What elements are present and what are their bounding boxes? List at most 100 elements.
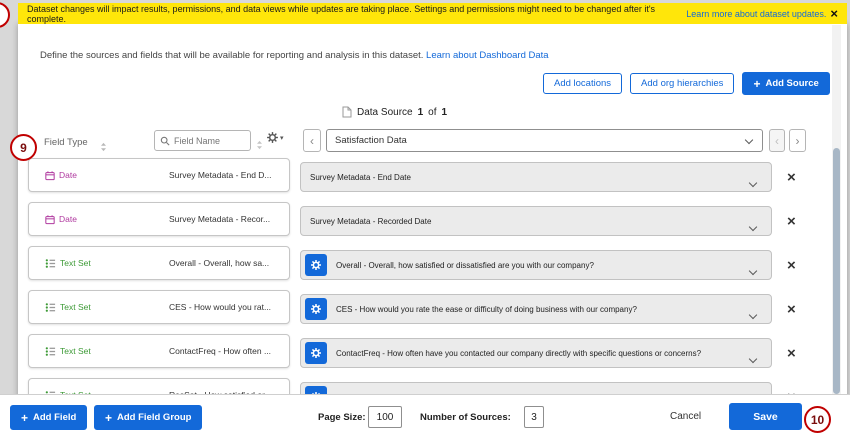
field-search xyxy=(154,130,251,151)
text-set-icon xyxy=(45,302,56,313)
field-list-settings-button[interactable]: ▾ xyxy=(266,131,284,144)
sort-icon-secondary[interactable] xyxy=(256,137,263,155)
field-type: Text Set xyxy=(45,247,91,279)
save-button[interactable]: Save xyxy=(729,403,802,430)
text-set-icon xyxy=(45,258,56,269)
field-list-item[interactable]: Text Set ContactFreq - How often ... xyxy=(28,334,290,368)
field-row-label: Overall - Overall, how satisfied or diss… xyxy=(336,261,624,270)
field-type-label: Date xyxy=(59,170,77,180)
field-name: Survey Metadata - Recor... xyxy=(169,203,270,235)
field-type: Text Set xyxy=(45,335,91,367)
expand-row-button[interactable] xyxy=(748,216,758,235)
add-locations-button[interactable]: Add locations xyxy=(543,73,622,94)
page-size-input[interactable] xyxy=(368,406,402,428)
field-settings-button[interactable] xyxy=(305,298,327,320)
page-size-label: Page Size: xyxy=(318,412,366,423)
counter-prefix: Data Source xyxy=(357,107,413,118)
add-field-group-label: Add Field Group xyxy=(117,412,191,423)
search-icon xyxy=(160,136,170,146)
add-field-button[interactable]: + Add Field xyxy=(10,405,87,430)
calendar-icon xyxy=(45,170,55,181)
remove-field-button[interactable]: × xyxy=(785,214,798,229)
footer-bar: + Add Field + Add Field Group Page Size:… xyxy=(0,394,850,448)
field-settings-button[interactable] xyxy=(305,342,327,364)
nav-prev-page-button[interactable]: ‹ xyxy=(769,129,785,152)
chevron-down-icon xyxy=(749,267,757,275)
field-name: CES - How would you rat... xyxy=(169,291,271,323)
expand-row-button[interactable] xyxy=(748,172,758,191)
field-list-item[interactable]: Text Set Overall - Overall, how sa... xyxy=(28,246,290,280)
field-type: Date xyxy=(45,159,77,191)
gear-icon xyxy=(266,131,279,144)
field-settings-button[interactable] xyxy=(305,254,327,276)
learn-more-link[interactable]: Learn more about dataset updates. xyxy=(686,9,826,19)
field-name: Survey Metadata - End D... xyxy=(169,159,272,191)
remove-field-button[interactable]: × xyxy=(785,170,798,185)
field-row-label: Survey Metadata - End Date xyxy=(310,173,441,182)
remove-field-button[interactable]: × xyxy=(785,346,798,361)
add-field-group-button[interactable]: + Add Field Group xyxy=(94,405,202,430)
field-type-header: Field Type xyxy=(44,137,88,148)
caret-down-icon: ▾ xyxy=(280,134,284,142)
field-row-label: Survey Metadata - Recorded Date xyxy=(310,217,461,226)
intro-text: Define the sources and fields that will … xyxy=(40,50,423,61)
remove-field-button[interactable]: × xyxy=(785,258,798,273)
field-list-item[interactable]: Text Set CES - How would you rat... xyxy=(28,290,290,324)
field-row-card: CES - How would you rate the ease or dif… xyxy=(300,294,772,324)
chevron-right-icon: › xyxy=(796,134,800,148)
expand-row-button[interactable] xyxy=(748,348,758,367)
source-field-rows: Survey Metadata - End Date × Survey Meta… xyxy=(300,162,812,412)
number-of-sources-input[interactable] xyxy=(524,406,544,428)
chevron-down-icon xyxy=(749,223,757,231)
source-field-row: CES - How would you rate the ease or dif… xyxy=(300,294,812,324)
cancel-button[interactable]: Cancel xyxy=(670,411,701,422)
source-select-value: Satisfaction Data xyxy=(335,135,407,146)
scrollbar-thumb[interactable] xyxy=(833,148,840,394)
scrollbar-track xyxy=(832,25,841,394)
source-select[interactable]: Satisfaction Data xyxy=(326,129,763,152)
data-source-counter: Data Source 1 of 1 xyxy=(342,106,447,118)
chevron-down-icon xyxy=(749,355,757,363)
add-source-button[interactable]: + Add Source xyxy=(742,72,829,95)
field-type-label: Text Set xyxy=(60,346,91,356)
add-field-label: Add Field xyxy=(33,412,76,423)
chevron-down-icon xyxy=(749,311,757,319)
chevron-left-icon: ‹ xyxy=(310,134,314,148)
expand-row-button[interactable] xyxy=(748,304,758,323)
add-org-hierarchies-button[interactable]: Add org hierarchies xyxy=(630,73,734,94)
next-source-button[interactable]: › xyxy=(789,129,806,152)
source-field-row: ContactFreq - How often have you contact… xyxy=(300,338,812,368)
field-row-label: CES - How would you rate the ease or dif… xyxy=(336,305,667,314)
sort-icon[interactable] xyxy=(100,139,107,157)
field-list-item[interactable]: Date Survey Metadata - End D... xyxy=(28,158,290,192)
annotation-10: 10 xyxy=(804,406,831,433)
field-type: Date xyxy=(45,203,77,235)
field-row-card: Survey Metadata - Recorded Date xyxy=(300,206,772,236)
source-field-row: Overall - Overall, how satisfied or diss… xyxy=(300,250,812,280)
plus-icon: + xyxy=(105,412,112,424)
document-icon xyxy=(342,106,352,118)
add-source-label: Add Source xyxy=(765,78,818,89)
intro: Define the sources and fields that will … xyxy=(40,50,549,61)
calendar-icon xyxy=(45,214,55,225)
field-name: Overall - Overall, how sa... xyxy=(169,247,269,279)
field-type-label: Text Set xyxy=(60,302,91,312)
search-input[interactable] xyxy=(174,136,242,146)
field-row-card: Survey Metadata - End Date xyxy=(300,162,772,192)
gear-icon xyxy=(310,303,322,315)
field-list: Date Survey Metadata - End D... Date Sur… xyxy=(28,158,290,412)
chevron-left-icon: ‹ xyxy=(775,134,779,148)
dashboard-data-link[interactable]: Learn about Dashboard Data xyxy=(426,50,549,61)
annotation-circle-partial xyxy=(0,2,10,28)
field-type-label: Date xyxy=(59,214,77,224)
remove-field-button[interactable]: × xyxy=(785,302,798,317)
field-row-card: ContactFreq - How often have you contact… xyxy=(300,338,772,368)
warning-banner: Dataset changes will impact results, per… xyxy=(18,3,847,24)
field-row-label: ContactFreq - How often have you contact… xyxy=(336,349,731,358)
previous-source-button[interactable]: ‹ xyxy=(303,129,321,152)
number-of-sources-label: Number of Sources: xyxy=(420,412,511,423)
close-icon[interactable]: × xyxy=(830,7,838,20)
expand-row-button[interactable] xyxy=(748,260,758,279)
field-list-item[interactable]: Date Survey Metadata - Recor... xyxy=(28,202,290,236)
screen: Dataset changes will impact results, per… xyxy=(0,0,850,448)
